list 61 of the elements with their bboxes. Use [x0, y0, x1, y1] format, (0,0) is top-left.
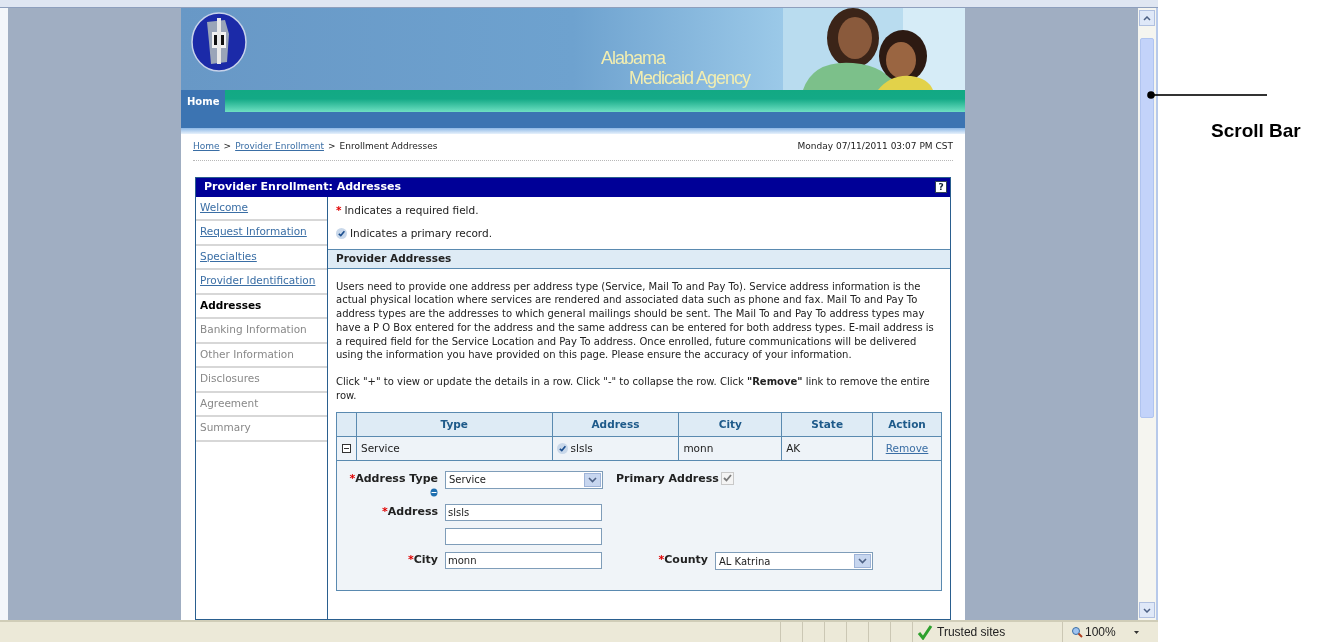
- date-time: Monday 07/11/2011 03:07 PM CST: [797, 140, 953, 153]
- annotation-label: Scroll Bar: [1211, 119, 1301, 143]
- intro-paragraph: Users need to provide one address per address type (Service, Mail To and Pay To). Service address information is the actual physical location where services are rendered and associated data such as phone and fax. Mail To and Pay To address types are the addresses to which general mailings should be sent. The Mail To and Pay To address types may have a P O Box entered for the address and the same address can be entered for both address types. E-mail address is a required field for the Service Location and Pay To address. Once enrolled, future communications will be delivered using the information you have provided on this page. Please ensure the accuracy of your information.: [335, 279, 935, 363]
- table-cell-text: slsls: [570, 440, 593, 456]
- caret-icon: [588, 476, 597, 483]
- agency-title: Alabama: [601, 48, 667, 68]
- column-header: Address: [552, 412, 679, 437]
- column-header: Type: [356, 412, 553, 437]
- field-label: *City: [407, 552, 438, 569]
- select-field[interactable]: AL Katrina: [715, 552, 873, 571]
- zoom-icon: [1071, 626, 1083, 638]
- check-icon: [336, 228, 347, 240]
- table-cell: Service: [356, 436, 553, 461]
- scroll-thumb[interactable]: [1140, 38, 1154, 418]
- sidebar-item[interactable]: Other Information: [196, 343, 327, 368]
- scroll-bar[interactable]: [1138, 8, 1158, 620]
- text-field[interactable]: monn: [445, 552, 602, 570]
- column-header: City: [678, 412, 782, 437]
- sidebar-item[interactable]: Agreement: [196, 392, 327, 417]
- zoom-level: 100%: [1085, 624, 1116, 641]
- field-label: Primary Address: [616, 470, 719, 487]
- collapse-icon[interactable]: [342, 444, 351, 453]
- required-mark: *: [336, 203, 342, 219]
- breadcrumb-link[interactable]: Provider Enrollment: [235, 140, 324, 154]
- column-header: State: [781, 412, 873, 437]
- caret-icon[interactable]: [1133, 630, 1139, 634]
- sidebar-item[interactable]: Summary: [196, 417, 327, 442]
- breadcrumb-link[interactable]: Home: [193, 140, 220, 154]
- field-label: *County: [658, 552, 708, 569]
- scroll-up-button[interactable]: [1139, 10, 1155, 26]
- caret-icon: [858, 558, 867, 565]
- sidebar-item[interactable]: Addresses: [196, 294, 327, 319]
- section-header: Provider Addresses: [328, 248, 950, 269]
- breadcrumb-separator: >: [223, 140, 232, 153]
- select-field[interactable]: Service: [445, 470, 603, 489]
- sidebar-item[interactable]: Disclosures: [196, 368, 327, 393]
- sidebar-item[interactable]: Request Information: [196, 221, 327, 246]
- legend-text: Indicates a primary record.: [350, 226, 492, 241]
- nav-tab[interactable]: Home: [181, 90, 226, 112]
- help-button[interactable]: ?: [935, 181, 947, 193]
- sidebar-item[interactable]: Welcome: [196, 196, 327, 221]
- field-label: *Address: [382, 504, 438, 521]
- check-icon: [917, 624, 933, 640]
- instructions-text: Click "+" to view or update the details in a row. Click "-" to collapse the row. Click "Remove" link to remove the entire row.: [335, 375, 931, 403]
- field-label: *Address Type: [349, 470, 438, 487]
- table-cell: AK: [781, 436, 873, 461]
- text-field[interactable]: [445, 528, 602, 546]
- column-header: Action: [872, 412, 942, 437]
- panel-title: Provider Enrollment: Addresses: [204, 178, 401, 195]
- sidebar-item[interactable]: Provider Identification: [196, 270, 327, 295]
- agency-title: Medicaid Agency: [628, 68, 752, 88]
- breadcrumb-current: Enrollment Addresses: [339, 140, 438, 153]
- sidebar-item[interactable]: Banking Information: [196, 319, 327, 344]
- scroll-down-button[interactable]: [1139, 602, 1155, 618]
- logo-icon: [191, 12, 247, 72]
- legend-text: Indicates a required field.: [344, 203, 479, 219]
- breadcrumb-separator: >: [328, 140, 336, 153]
- table-cell: monn: [678, 436, 782, 461]
- zone-label: Trusted sites: [937, 624, 1006, 641]
- sidebar-item[interactable]: Specialties: [196, 245, 327, 270]
- text-field[interactable]: slsls: [445, 504, 602, 522]
